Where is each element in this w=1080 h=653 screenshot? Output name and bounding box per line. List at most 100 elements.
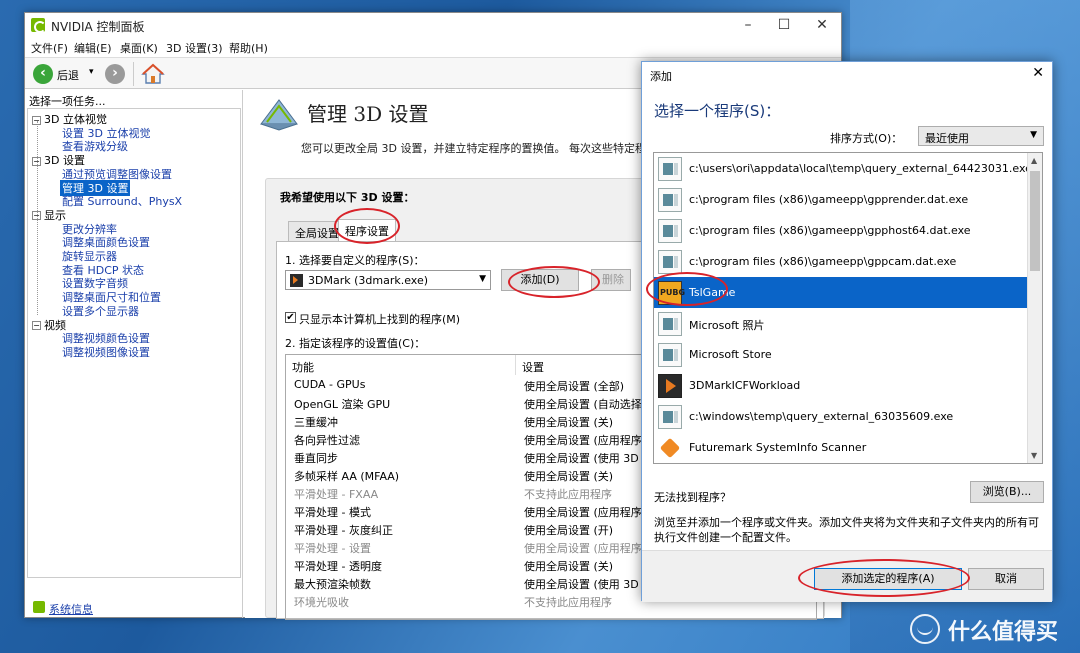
dialog-title: 添加 bbox=[650, 70, 672, 83]
collapse-icon[interactable]: − bbox=[32, 156, 41, 166]
column-header-feature[interactable]: 功能 bbox=[286, 355, 516, 375]
dialog-heading: 选择一个程序(S)： bbox=[654, 102, 781, 120]
toolbar-divider bbox=[133, 62, 134, 86]
task-pane-header: 选择一项任务... bbox=[29, 95, 106, 108]
list-item[interactable]: c:\windows\temp\query_external_63035609.… bbox=[654, 401, 1028, 432]
program-select[interactable]: 3DMark (3dmark.exe) ▼ bbox=[285, 270, 491, 290]
collapse-icon[interactable]: − bbox=[32, 321, 41, 330]
menu-bar: 文件(F) 编辑(E) 桌面(K) 3D 设置(3) 帮助(H) bbox=[25, 37, 841, 57]
minimize-button[interactable]: – bbox=[731, 15, 765, 35]
specify-settings-label: 2. 指定该程序的设置值(C)： bbox=[285, 337, 426, 350]
feature-name: 平滑处理 - 模式 bbox=[294, 506, 371, 519]
feature-name: 最大预渲染帧数 bbox=[294, 578, 371, 591]
feature-name: 平滑处理 - 灰度纠正 bbox=[294, 524, 393, 537]
list-item[interactable]: c:\program files (x86)\gameepp\gpprender… bbox=[654, 184, 1028, 215]
program-list: Futuremark SystemInfo Scanner c:\windows\… bbox=[653, 152, 1043, 464]
maximize-button[interactable]: ☐ bbox=[767, 15, 801, 35]
list-item[interactable]: 3DMarkICFWorkload bbox=[654, 370, 1028, 401]
feature-name: 多帧采样 AA (MFAA) bbox=[294, 470, 400, 483]
tree-category[interactable]: − 视频 bbox=[32, 317, 66, 333]
not-found-label: 无法找到程序？ bbox=[654, 491, 731, 504]
back-arrow-icon[interactable]: ‹ bbox=[33, 64, 53, 84]
feature-name: 垂直同步 bbox=[294, 452, 338, 465]
nvidia-logo-icon bbox=[31, 18, 46, 33]
program-name: 3DMarkICFWorkload bbox=[689, 379, 801, 392]
feature-setting: 使用全局设置 (使用 3D bbox=[524, 452, 639, 465]
program-name: c:\program files (x86)\gameepp\gpphost64… bbox=[689, 224, 971, 237]
menu-file[interactable]: 文件(F) bbox=[31, 40, 68, 56]
home-icon[interactable] bbox=[141, 62, 165, 86]
list-item[interactable]: Microsoft Store bbox=[654, 339, 1028, 370]
window-title: NVIDIA 控制面板 bbox=[51, 20, 145, 34]
sort-select-value: 最近使用 bbox=[925, 132, 969, 145]
futuremark-icon bbox=[658, 436, 682, 460]
close-button[interactable]: ✕ bbox=[805, 15, 839, 35]
show-local-programs-checkbox[interactable]: ✔ bbox=[285, 312, 296, 323]
executable-icon bbox=[658, 312, 682, 336]
executable-icon bbox=[658, 250, 682, 274]
menu-edit[interactable]: 编辑(E) bbox=[74, 40, 112, 56]
dialog-close-icon[interactable]: ✕ bbox=[1032, 65, 1044, 81]
program-name: c:\program files (x86)\gameepp\gppcam.da… bbox=[689, 255, 957, 268]
tree-item[interactable]: 调整视频图像设置 bbox=[62, 344, 150, 360]
feature-setting: 使用全局设置 (使用 3D bbox=[524, 578, 639, 591]
page-description: 您可以更改全局 3D 设置，并建立特定程序的置换值。 每次这些特定程序启 bbox=[301, 142, 668, 155]
collapse-icon[interactable]: − bbox=[32, 115, 41, 125]
show-local-programs-label: 只显示本计算机上找到的程序(M) bbox=[299, 313, 461, 326]
task-pane: 选择一项任务... −3D 立体视觉 设置 3D 立体视觉 查看游戏分级 −3D 设置… bbox=[25, 90, 243, 618]
forward-arrow-icon[interactable]: › bbox=[105, 64, 125, 84]
list-item[interactable]: c:\program files (x86)\gameepp\gppcam.da… bbox=[654, 246, 1028, 277]
feature-setting: 使用全局设置 (全部) bbox=[524, 380, 625, 393]
program-name: c:\windows\temp\query_external_63035609.… bbox=[689, 410, 954, 423]
3dmark-icon bbox=[290, 274, 303, 287]
annotation-circle-tslgame bbox=[646, 272, 728, 306]
watermark-text: 什么值得买 bbox=[948, 620, 1059, 645]
menu-3d-settings[interactable]: 3D 设置(3) bbox=[166, 40, 223, 56]
3d-settings-icon bbox=[260, 99, 298, 131]
system-info-icon bbox=[33, 601, 45, 613]
browse-button[interactable]: 浏览(B)... bbox=[970, 481, 1044, 503]
tree-item[interactable]: 配置 Surround、PhysX bbox=[62, 193, 182, 209]
settings-heading: 我希望使用以下 3D 设置： bbox=[280, 191, 415, 204]
list-item[interactable]: c:\users\ori\appdata\local\temp\query_ex… bbox=[654, 153, 1032, 184]
menu-desktop[interactable]: 桌面(K) bbox=[120, 40, 158, 56]
cancel-button[interactable]: 取消 bbox=[968, 568, 1044, 590]
sort-label: 排序方式(O)： bbox=[830, 132, 903, 145]
collapse-icon[interactable]: − bbox=[32, 211, 41, 221]
list-item[interactable]: c:\program files (x86)\gameepp\gpphost64… bbox=[654, 215, 1028, 246]
tree-label: 调整视频图像设置 bbox=[62, 345, 150, 359]
chevron-down-icon: ▼ bbox=[479, 274, 486, 284]
list-item[interactable]: Microsoft 照片 bbox=[654, 308, 1028, 339]
select-program-label: 1. 选择要自定义的程序(S)： bbox=[285, 254, 425, 267]
feature-name: 平滑处理 - 透明度 bbox=[294, 560, 382, 573]
feature-setting: 使用全局设置 (关) bbox=[524, 470, 614, 483]
task-tree: −3D 立体视觉 设置 3D 立体视觉 查看游戏分级 −3D 设置 通过预览调整图像设置… bbox=[27, 108, 241, 578]
menu-help[interactable]: 帮助(H) bbox=[229, 40, 268, 56]
page-title: 管理 3D 设置 bbox=[307, 102, 429, 126]
tree-item[interactable]: 设置多个显示器 bbox=[62, 303, 139, 319]
feature-setting: 不支持此应用程序 bbox=[524, 596, 612, 609]
feature-name: 各向异性过滤 bbox=[294, 434, 360, 447]
executable-icon bbox=[658, 405, 682, 429]
back-dropdown-icon[interactable]: ▾ bbox=[89, 67, 94, 77]
system-info-link[interactable]: 系统信息 bbox=[33, 601, 93, 617]
list-item[interactable]: Futuremark SystemInfo Scanner bbox=[654, 432, 1028, 463]
scroll-thumb[interactable] bbox=[1030, 171, 1040, 271]
feature-name: OpenGL 渲染 GPU bbox=[294, 398, 391, 411]
program-list-scrollbar[interactable]: ▲ ▼ bbox=[1027, 153, 1042, 463]
program-select-value: 3DMark (3dmark.exe) bbox=[308, 274, 429, 287]
dialog-hint: 浏览至并添加一个程序或文件夹。添加文件夹将为文件夹和子文件夹内的所有可执行文件创… bbox=[654, 516, 1039, 544]
tree-category[interactable]: − 显示 bbox=[32, 207, 66, 223]
program-name: c:\users\ori\appdata\local\temp\query_ex… bbox=[689, 162, 1032, 175]
scroll-up-icon[interactable]: ▲ bbox=[1031, 156, 1037, 165]
3dmark-icon bbox=[658, 374, 682, 398]
feature-setting: 使用全局设置 (开) bbox=[524, 524, 614, 537]
sort-select[interactable]: 最近使用 ▼ bbox=[918, 126, 1044, 146]
back-button-label[interactable]: 后退 bbox=[57, 67, 79, 83]
feature-setting: 使用全局设置 (应用程序 bbox=[524, 434, 642, 447]
feature-setting: 使用全局设置 (应用程序 bbox=[524, 542, 642, 555]
scroll-down-icon[interactable]: ▼ bbox=[1031, 451, 1037, 460]
feature-name: 平滑处理 - FXAA bbox=[294, 488, 379, 501]
feature-name: CUDA - GPUs bbox=[294, 378, 366, 391]
annotation-circle-add bbox=[508, 266, 600, 298]
